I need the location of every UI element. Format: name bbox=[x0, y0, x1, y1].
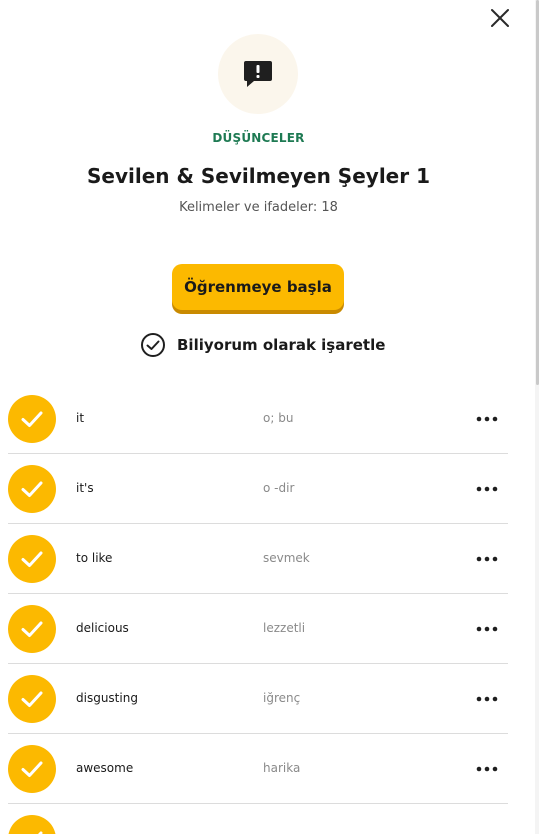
checkmark-icon bbox=[21, 411, 43, 427]
more-options-button[interactable] bbox=[474, 829, 500, 834]
word-list: it o; bu it's o -dir to like sevmek deli… bbox=[8, 384, 508, 834]
word-translation: o; bu bbox=[263, 411, 294, 425]
more-options-button[interactable] bbox=[474, 619, 500, 639]
known-toggle-button[interactable] bbox=[8, 395, 56, 443]
word-term: disgusting bbox=[76, 691, 138, 705]
word-term: it bbox=[76, 411, 85, 425]
word-translation: lezzetli bbox=[263, 621, 306, 635]
category-label: DÜŞÜNCELER bbox=[212, 131, 305, 145]
known-toggle-button[interactable] bbox=[8, 815, 56, 834]
more-options-button[interactable] bbox=[474, 479, 500, 499]
word-row: delicious lezzetli bbox=[8, 594, 508, 664]
word-row: it's o -dir bbox=[8, 454, 508, 524]
word-term: it's bbox=[76, 481, 94, 495]
more-options-button[interactable] bbox=[474, 409, 500, 429]
more-options-button[interactable] bbox=[474, 689, 500, 709]
more-horizontal-icon bbox=[476, 416, 498, 422]
checkmark-icon bbox=[21, 621, 43, 637]
word-term: to like bbox=[76, 551, 113, 565]
more-horizontal-icon bbox=[476, 486, 498, 492]
word-translation: sevmek bbox=[263, 551, 310, 565]
scrollbar-track[interactable] bbox=[535, 0, 539, 834]
category-icon-badge bbox=[218, 34, 298, 114]
word-term: delicious bbox=[76, 621, 129, 635]
word-count: Kelimeler ve ifadeler: 18 bbox=[179, 200, 338, 215]
known-toggle-button[interactable] bbox=[8, 745, 56, 793]
mark-as-known-label: Biliyorum olarak işaretle bbox=[177, 336, 386, 354]
checkmark-icon bbox=[21, 481, 43, 497]
checkmark-icon bbox=[38, 831, 43, 834]
more-options-button[interactable] bbox=[474, 549, 500, 569]
speech-bubble-exclamation-icon bbox=[244, 61, 272, 87]
mark-as-known-button[interactable]: Biliyorum olarak işaretle bbox=[140, 331, 385, 359]
word-row bbox=[8, 804, 508, 834]
checkmark-icon bbox=[21, 761, 43, 777]
known-toggle-button[interactable] bbox=[8, 605, 56, 653]
word-row: it o; bu bbox=[8, 384, 508, 454]
more-options-button[interactable] bbox=[474, 759, 500, 779]
close-icon bbox=[491, 9, 509, 27]
more-horizontal-icon bbox=[476, 696, 498, 702]
checkmark-icon bbox=[21, 691, 43, 707]
word-translation: iğrenç bbox=[263, 691, 301, 705]
page-title: Sevilen & Sevilmeyen Şeyler 1 bbox=[87, 164, 430, 188]
word-row: awesome harika bbox=[8, 734, 508, 804]
word-term: awesome bbox=[76, 761, 134, 775]
known-toggle-button[interactable] bbox=[8, 675, 56, 723]
word-translation: harika bbox=[263, 761, 301, 775]
word-row: to like sevmek bbox=[8, 524, 508, 594]
checkmark-icon bbox=[21, 551, 43, 567]
known-toggle-button[interactable] bbox=[8, 465, 56, 513]
word-row: disgusting iğrenç bbox=[8, 664, 508, 734]
vocabulary-set-page: DÜŞÜNCELER Sevilen & Sevilmeyen Şeyler 1… bbox=[0, 0, 539, 834]
word-translation: o -dir bbox=[263, 481, 295, 495]
more-horizontal-icon bbox=[476, 766, 498, 772]
start-learning-button[interactable]: Öğrenmeye başla bbox=[172, 264, 344, 310]
known-toggle-button[interactable] bbox=[8, 535, 56, 583]
more-horizontal-icon bbox=[476, 556, 498, 562]
more-horizontal-icon bbox=[476, 626, 498, 632]
check-circle-outline-icon bbox=[141, 333, 165, 357]
close-button[interactable] bbox=[486, 4, 514, 32]
